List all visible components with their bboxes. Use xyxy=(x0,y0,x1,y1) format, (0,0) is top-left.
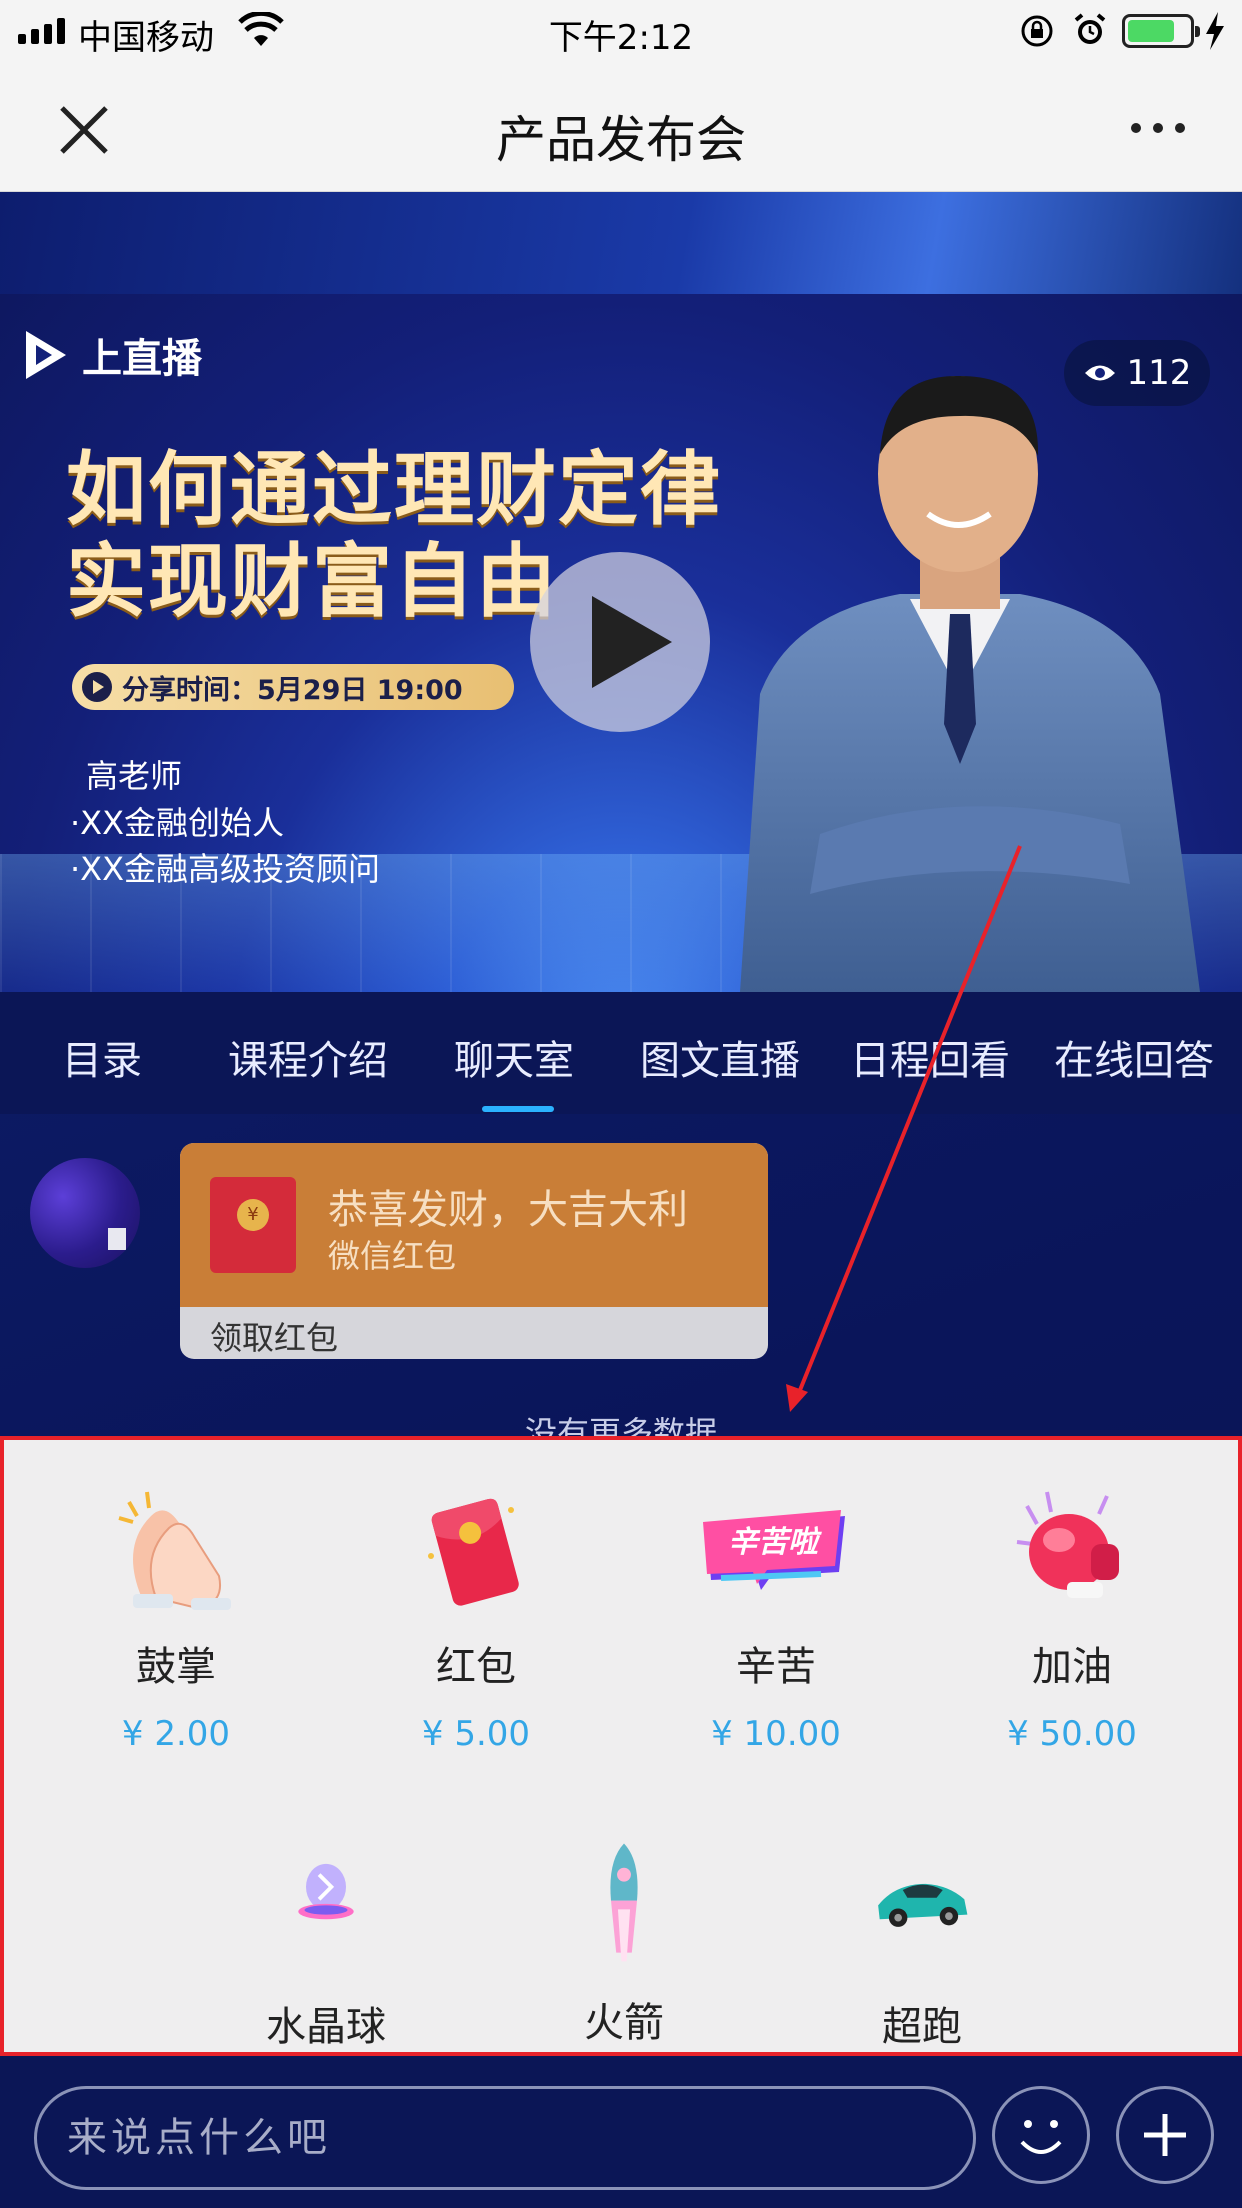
gift-panel: 鼓掌 ¥ 2.00 红包 ¥ 5.00 辛苦啦 辛苦 ¥ 10.00 加油 ¥ … xyxy=(0,1436,1242,2056)
gift-price: ¥ 2.00 xyxy=(121,1714,231,1754)
crystal-ball-icon xyxy=(298,1863,354,1920)
boxing-glove-icon xyxy=(1016,1491,1119,1598)
gift-red-packet[interactable]: 红包 ¥ 5.00 xyxy=(326,1486,626,1754)
clock: 下午2:12 xyxy=(548,18,694,58)
no-more-data-label: 没有更多数据 xyxy=(524,1414,717,1436)
nav-bar: 产品发布会 xyxy=(0,62,1242,192)
clap-icon xyxy=(118,1491,231,1610)
page-title: 产品发布会 xyxy=(496,111,746,169)
active-tab-indicator xyxy=(482,1106,554,1112)
emoji-button[interactable] xyxy=(992,2086,1090,2184)
share-time: 分享时间：5月29日 19:00 xyxy=(122,674,463,706)
gift-crystal-ball[interactable]: 水晶球 xyxy=(176,1850,476,2052)
tab-bar: 目录 课程介绍 聊天室 图文直播 日程回看 在线回答 xyxy=(0,992,1242,1114)
red-packet-message[interactable]: ¥ 恭喜发财，大吉大利 微信红包 领取红包 xyxy=(180,1143,768,1359)
gift-name: 水晶球 xyxy=(266,2004,386,2050)
add-button[interactable] xyxy=(1116,2086,1214,2184)
credential-2: ·XX金融高级投资顾问 xyxy=(70,850,381,888)
claim-red-packet-label: 领取红包 xyxy=(210,1319,339,1357)
teacher-name: 高老师 xyxy=(86,757,183,795)
tab-graphic-live[interactable]: 图文直播 xyxy=(640,1028,800,1086)
gift-name: 红包 xyxy=(436,1644,516,1690)
gift-price: ¥ 10.00 xyxy=(711,1714,841,1754)
banner-strip xyxy=(0,192,1242,294)
gift-name: 火箭 xyxy=(584,2000,664,2046)
red-packet-icon xyxy=(428,1498,519,1606)
input-bar xyxy=(0,2056,1242,2208)
avatar[interactable] xyxy=(30,1158,140,1268)
status-bar: 中国移动 下午2:12 xyxy=(0,0,1242,62)
brand-name: 上直播 xyxy=(82,336,202,382)
play-circle-icon xyxy=(82,672,112,702)
gift-cheer[interactable]: 加油 ¥ 50.00 xyxy=(926,1486,1218,1754)
gift-name: 鼓掌 xyxy=(136,1644,216,1690)
rotation-lock-icon xyxy=(1021,15,1053,47)
credential-1: ·XX金融创始人 xyxy=(70,804,285,842)
brand-logo-icon xyxy=(26,331,66,379)
battery-icon xyxy=(1122,14,1200,48)
xinkula-icon: 辛苦啦 xyxy=(703,1510,845,1590)
gift-name: 辛苦 xyxy=(736,1644,816,1690)
chat-input[interactable] xyxy=(34,2086,976,2190)
tab-schedule-replay[interactable]: 日程回看 xyxy=(850,1028,1010,1086)
gift-clap[interactable]: 鼓掌 ¥ 2.00 xyxy=(26,1486,326,1754)
red-packet-title: 恭喜发财，大吉大利 xyxy=(328,1187,688,1233)
smile-icon xyxy=(1020,2120,1062,2154)
gift-supercar[interactable]: 超跑 xyxy=(772,1850,1072,2052)
play-button[interactable] xyxy=(530,552,710,732)
sports-car-icon xyxy=(878,1883,968,1927)
tab-chat-room[interactable]: 聊天室 xyxy=(454,1028,574,1086)
gift-name: 超跑 xyxy=(882,2004,962,2050)
rocket-icon xyxy=(610,1843,638,1962)
presenter-photo xyxy=(740,375,1200,992)
gift-price: ¥ 5.00 xyxy=(421,1714,531,1754)
tab-online-answer[interactable]: 在线回答 xyxy=(1054,1028,1214,1086)
brand-logo: 上直播 xyxy=(20,326,202,384)
alarm-icon xyxy=(1074,13,1106,44)
more-icon[interactable] xyxy=(1128,118,1188,138)
tab-catalog[interactable]: 目录 xyxy=(62,1028,142,1086)
gift-name: 加油 xyxy=(1032,1644,1112,1690)
tab-course-intro[interactable]: 课程介绍 xyxy=(228,1028,388,1086)
gift-price: ¥ 50.00 xyxy=(1007,1714,1137,1754)
gift-xinku[interactable]: 辛苦啦 辛苦 ¥ 10.00 xyxy=(626,1486,926,1754)
teacher-credentials: ·XX金融创始人 ·XX金融高级投资顾问 xyxy=(70,800,380,892)
gift-rocket[interactable]: 火箭 xyxy=(474,1840,774,2048)
xinkula-text: 辛苦啦 xyxy=(728,1525,822,1560)
video-poster[interactable]: 上直播 112 如何通过理财定律 实现财富自由 分享时间：5月29日 19:00… xyxy=(0,294,1242,992)
share-time-badge: 分享时间：5月29日 19:00 xyxy=(72,664,514,710)
red-packet-subtitle: 微信红包 xyxy=(328,1237,457,1275)
headline-line-1: 如何通过理财定律 xyxy=(66,443,722,536)
red-envelope-icon: ¥ xyxy=(210,1177,296,1273)
plus-icon xyxy=(1144,2114,1186,2156)
charging-icon xyxy=(1206,12,1224,50)
